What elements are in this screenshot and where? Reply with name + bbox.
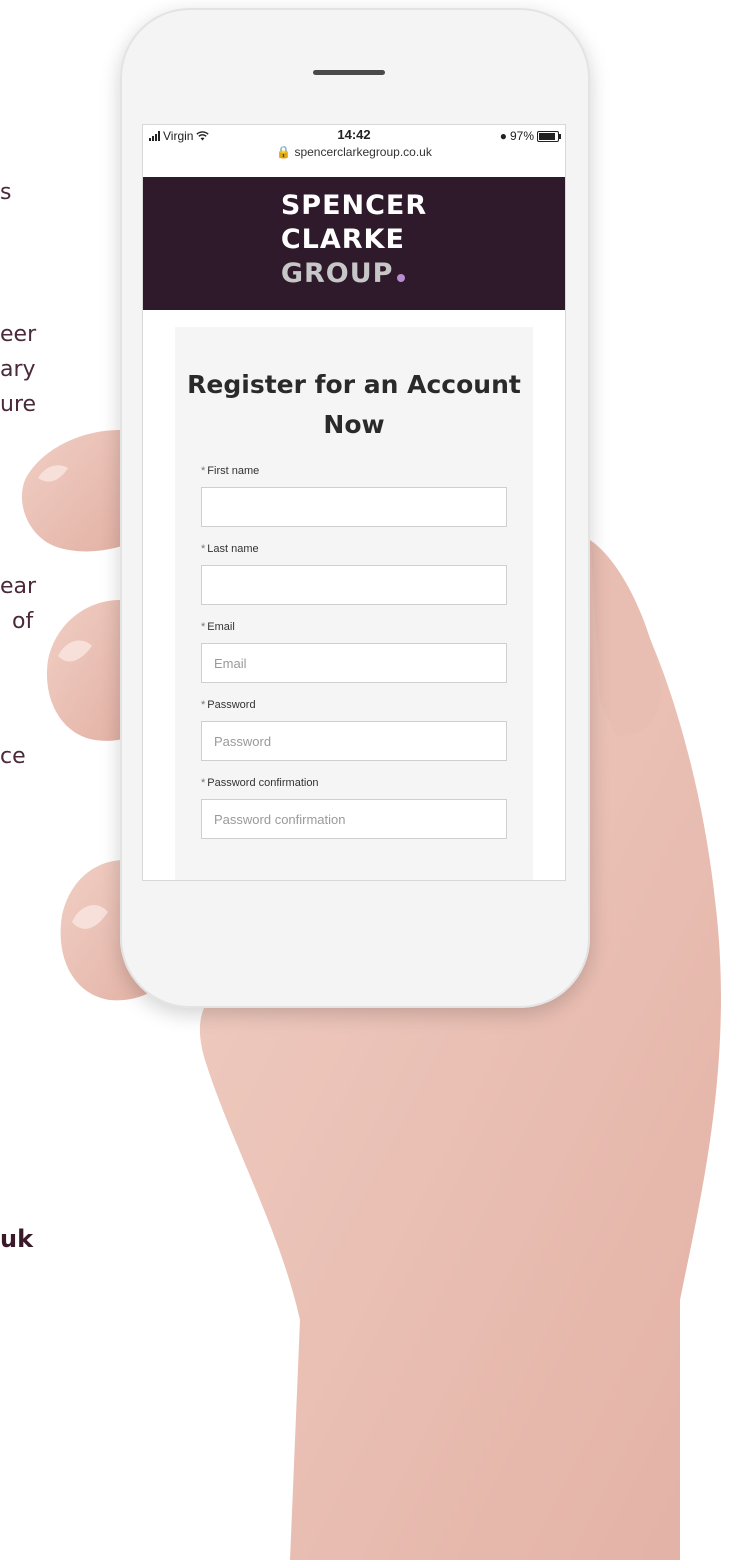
battery-percent: 97% — [509, 129, 534, 143]
last-name-input[interactable] — [201, 565, 507, 605]
first-name-label-text: First name — [207, 465, 260, 477]
battery-status: ● 97% — [499, 129, 561, 143]
password-input[interactable] — [201, 721, 507, 761]
first-name-field: * First name — [201, 465, 507, 527]
password-confirmation-label: * Password confirmation — [201, 777, 507, 789]
required-mark: * — [201, 543, 206, 555]
form-title: Register for an Account Now — [187, 370, 521, 439]
password-confirmation-input[interactable] — [201, 799, 507, 839]
phone-speaker — [313, 70, 385, 75]
last-name-label-text: Last name — [207, 543, 259, 555]
required-mark: * — [201, 621, 206, 633]
email-label-text: Email — [207, 621, 235, 633]
phone-device: Virgin 14:42 🔒 spencerclarkegroup.co.uk … — [120, 8, 590, 1008]
logo-line-1: SPENCER — [280, 190, 428, 221]
first-name-label: * First name — [201, 465, 507, 477]
required-mark: * — [201, 777, 206, 789]
status-bar: Virgin 14:42 🔒 spencerclarkegroup.co.uk … — [143, 125, 565, 177]
logo-line-3-text: GROUP — [280, 258, 394, 289]
first-name-input[interactable] — [201, 487, 507, 527]
registration-form: Register for an Account Now * First name … — [175, 327, 533, 880]
last-name-field: * Last name — [201, 543, 507, 605]
logo-line-3: GROUP — [281, 257, 427, 291]
phone-chin — [142, 880, 564, 980]
password-field: * Password — [201, 699, 507, 761]
phone-screen: Virgin 14:42 🔒 spencerclarkegroup.co.uk … — [142, 124, 566, 881]
address-bar-url: spencerclarkegroup.co.uk — [294, 145, 432, 159]
password-confirmation-label-text: Password confirmation — [207, 777, 319, 789]
password-confirmation-field: * Password confirmation — [201, 777, 507, 839]
site-header: SPENCER CLARKE GROUP — [143, 177, 565, 310]
alarm-icon: ● — [499, 129, 507, 143]
last-name-label: * Last name — [201, 543, 507, 555]
logo-dot — [397, 274, 406, 282]
email-label: * Email — [201, 621, 507, 633]
lock-icon: 🔒 — [276, 145, 292, 159]
brand-logo[interactable]: SPENCER CLARKE GROUP — [281, 189, 427, 291]
email-field: * Email — [201, 621, 507, 683]
email-input[interactable] — [201, 643, 507, 683]
battery-icon — [537, 130, 561, 142]
password-label: * Password — [201, 699, 507, 711]
required-mark: * — [201, 465, 206, 477]
address-bar[interactable]: 🔒 spencerclarkegroup.co.uk — [143, 145, 565, 159]
password-label-text: Password — [207, 699, 256, 711]
logo-line-2: CLARKE — [280, 224, 405, 255]
required-mark: * — [201, 699, 206, 711]
